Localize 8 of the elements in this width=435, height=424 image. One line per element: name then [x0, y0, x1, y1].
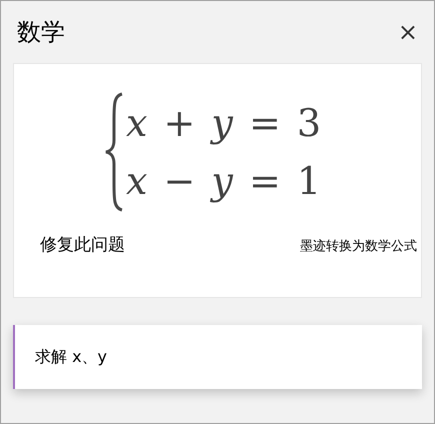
equation-line: x − y = 1: [126, 158, 322, 205]
close-button[interactable]: ×: [394, 20, 422, 44]
fix-link[interactable]: 修复此问题: [40, 233, 125, 256]
brace-icon: [104, 91, 124, 213]
equation-line: x + y = 3: [126, 100, 322, 147]
panel-title: 数学: [17, 17, 65, 48]
convert-link[interactable]: 墨迹转换为数学公式: [300, 237, 417, 255]
solve-dropdown[interactable]: 求解 x、y: [13, 325, 422, 389]
